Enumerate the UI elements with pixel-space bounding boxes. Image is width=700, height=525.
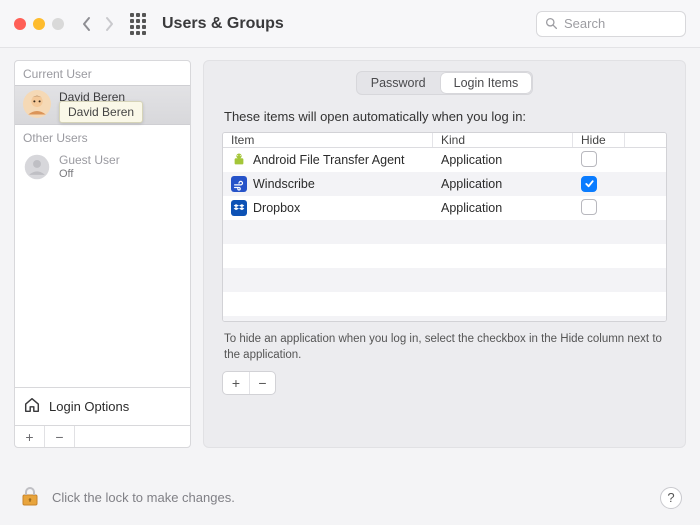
table-row-empty [223, 292, 666, 316]
add-login-item-button[interactable]: + [223, 372, 249, 394]
hide-checkbox[interactable] [581, 151, 597, 167]
tab-login-items[interactable]: Login Items [440, 72, 533, 94]
sidebar-user-guest[interactable]: Guest User Off [15, 149, 190, 187]
guest-user-role: Off [59, 168, 120, 181]
back-button[interactable] [76, 10, 98, 38]
login-items-table: Item Kind Hide Android File Transfer Age… [222, 132, 667, 322]
sidebar-footer-spacer [75, 426, 190, 447]
login-options-button[interactable]: Login Options [15, 387, 190, 425]
column-header-kind[interactable]: Kind [433, 133, 573, 147]
table-row[interactable]: Android File Transfer Agent Application [223, 148, 666, 172]
user-tooltip: David Beren [59, 101, 143, 123]
avatar [23, 90, 51, 118]
search-placeholder: Search [564, 16, 605, 31]
search-icon [545, 17, 558, 30]
page-title: Users & Groups [162, 15, 284, 33]
forward-button[interactable] [98, 10, 120, 38]
item-kind: Application [433, 153, 573, 167]
current-user-label: Current User [15, 61, 190, 85]
window-minimize-dot[interactable] [33, 18, 45, 30]
login-items-panel: Password Login Items These items will op… [203, 60, 686, 448]
column-header-hide[interactable]: Hide [573, 133, 625, 147]
table-row[interactable]: Windscribe Application [223, 172, 666, 196]
item-kind: Application [433, 201, 573, 215]
other-users-label: Other Users [15, 125, 190, 149]
window-close-dot[interactable] [14, 18, 26, 30]
guest-user-name: Guest User [59, 154, 120, 168]
remove-user-button[interactable]: − [45, 426, 75, 447]
tab-password[interactable]: Password [357, 72, 440, 94]
avatar [23, 153, 51, 181]
search-input[interactable]: Search [536, 11, 686, 37]
hide-checkbox[interactable] [581, 199, 597, 215]
login-options-label: Login Options [49, 399, 129, 414]
item-name: Windscribe [253, 177, 315, 191]
windscribe-icon [231, 176, 247, 192]
user-sidebar: Current User David Beren Admin David Ber… [14, 60, 191, 448]
lock-text: Click the lock to make changes. [52, 490, 235, 505]
add-user-button[interactable]: + [15, 426, 45, 447]
help-button[interactable]: ? [660, 487, 682, 509]
remove-login-item-button[interactable]: − [249, 372, 275, 394]
dropbox-icon [231, 200, 247, 216]
table-row-empty [223, 316, 666, 322]
table-row-empty [223, 244, 666, 268]
column-header-item[interactable]: Item [223, 133, 433, 147]
hide-help-text: To hide an application when you log in, … [224, 332, 665, 363]
window-zoom-dot [52, 18, 64, 30]
login-items-description: These items will open automatically when… [224, 109, 665, 124]
hide-checkbox[interactable] [581, 176, 597, 192]
home-icon [23, 396, 41, 417]
table-row[interactable]: Dropbox Application [223, 196, 666, 220]
sidebar-user-current[interactable]: David Beren Admin David Beren [15, 85, 190, 125]
lock-icon[interactable] [18, 484, 42, 511]
table-row-empty [223, 268, 666, 292]
table-row-empty [223, 220, 666, 244]
item-name: Dropbox [253, 201, 300, 215]
item-name: Android File Transfer Agent [253, 153, 404, 167]
item-kind: Application [433, 177, 573, 191]
android-icon [231, 152, 247, 168]
all-preferences-icon[interactable] [128, 14, 148, 34]
